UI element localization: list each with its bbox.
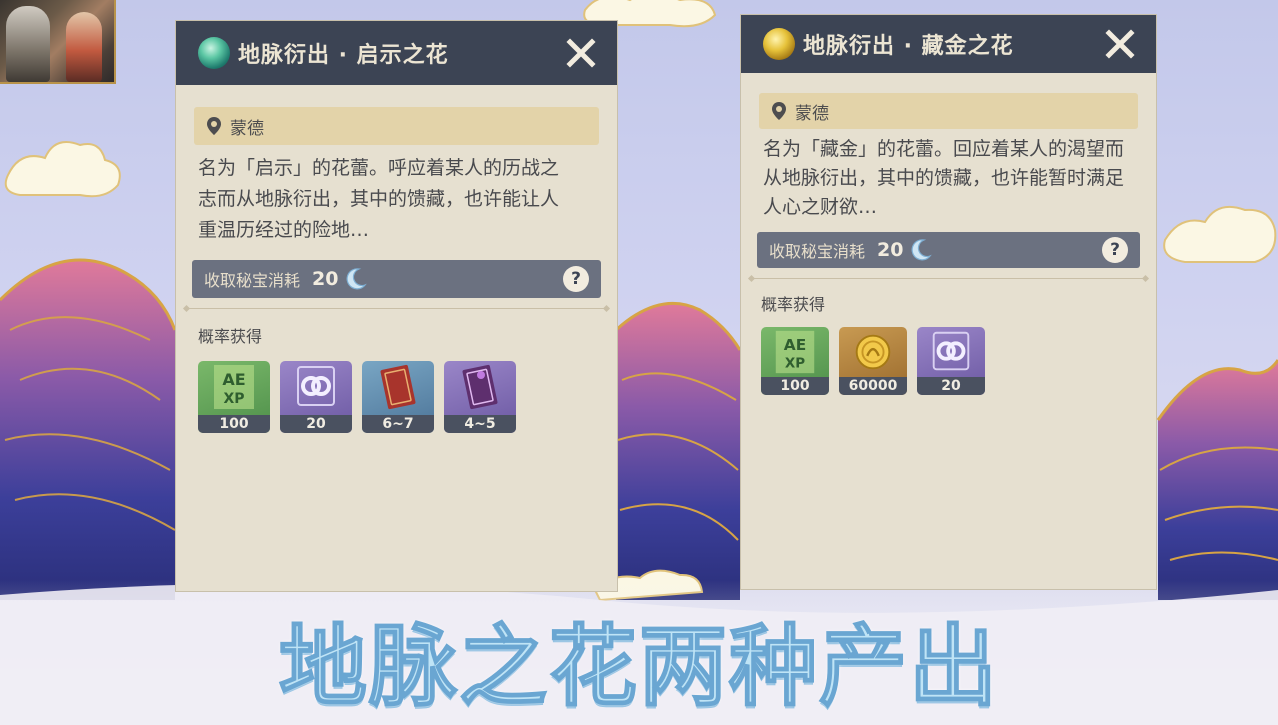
drop-count: 20 — [917, 377, 985, 395]
drops-list: AE XP 100 60000 20 — [761, 327, 1156, 395]
portrait-figure-right — [66, 12, 102, 82]
svg-text:XP: XP — [785, 356, 805, 371]
description-line: 重温历经过的险地… — [198, 219, 370, 241]
drops-list: AE XP 100 20 6~7 4~5 — [198, 361, 617, 433]
possible-drops-label: 概率获得 — [761, 295, 826, 314]
drop-count: 6~7 — [362, 415, 434, 433]
description-line: 名为「启示」的花蕾。呼应着某人的历战之 — [198, 157, 560, 179]
heros-wit-book-icon — [444, 361, 516, 413]
svg-text:AE: AE — [784, 336, 806, 354]
original-resin-moon-icon — [912, 239, 933, 261]
cost-value: 20 — [877, 239, 904, 261]
help-icon[interactable]: ? — [563, 266, 589, 292]
blossom-description: 名为「启示」的花蕾。呼应着某人的历战之 志而从地脉衍出，其中的馈藏，也许能让人 … — [198, 153, 599, 246]
region-name: 蒙德 — [795, 103, 829, 124]
drop-item-companionship-exp[interactable]: 20 — [917, 327, 985, 395]
companionship-exp-icon — [280, 361, 352, 413]
original-resin-moon-icon — [347, 268, 368, 290]
companionship-exp-icon — [917, 327, 985, 377]
panel-title: 地脉衍出 · 藏金之花 — [803, 34, 1014, 59]
video-caption: 地脉之花两种产出 — [278, 614, 999, 719]
drop-item-companionship-exp[interactable]: 20 — [280, 361, 352, 433]
drop-count: 60000 — [839, 377, 907, 395]
description-line: 从地脉衍出，其中的馈藏，也许能暂时满足 — [763, 167, 1125, 189]
drop-item-mora[interactable]: 60000 — [839, 327, 907, 395]
ley-line-panel-wealth: 地脉衍出 · 藏金之花 蒙德 名为「藏金」的花蕾。回应着某人的渴望而 从地脉衍出… — [740, 14, 1157, 590]
svg-text:XP: XP — [223, 391, 244, 407]
close-icon[interactable] — [565, 37, 597, 69]
drop-item-adventurers-experience[interactable]: 6~7 — [362, 361, 434, 433]
drop-item-adventure-exp[interactable]: AE XP 100 — [761, 327, 829, 395]
character-portrait-thumbnail[interactable] — [0, 0, 116, 84]
claim-cost-bar: 收取秘宝消耗 20 ? — [192, 260, 601, 298]
description-line: 志而从地脉衍出，其中的馈藏，也许能让人 — [198, 188, 560, 210]
ley-line-blossom-wealth-icon — [763, 28, 795, 60]
drop-count: 20 — [280, 415, 352, 433]
svg-text:AE: AE — [222, 370, 245, 389]
section-divider — [186, 308, 607, 309]
claim-cost-bar: 收取秘宝消耗 20 ? — [757, 232, 1140, 268]
adventurers-experience-book-icon — [362, 361, 434, 413]
drop-item-heros-wit[interactable]: 4~5 — [444, 361, 516, 433]
drop-count: 100 — [198, 415, 270, 433]
adventure-exp-icon: AE XP — [198, 361, 270, 413]
adventure-exp-icon: AE XP — [761, 327, 829, 377]
region-tag: 蒙德 — [759, 93, 1138, 129]
description-line: 名为「藏金」的花蕾。回应着某人的渴望而 — [763, 138, 1125, 160]
blossom-description: 名为「藏金」的花蕾。回应着某人的渴望而 从地脉衍出，其中的馈藏，也许能暂时满足 … — [763, 135, 1138, 222]
drop-count: 100 — [761, 377, 829, 395]
cost-label: 收取秘宝消耗 — [769, 242, 866, 261]
possible-drops-label: 概率获得 — [198, 327, 263, 346]
location-pin-icon — [772, 102, 786, 120]
cost-label: 收取秘宝消耗 — [204, 271, 301, 290]
drop-count: 4~5 — [444, 415, 516, 433]
mora-coin-icon — [839, 327, 907, 377]
description-line: 人心之财欲… — [763, 196, 878, 218]
panel-title: 地脉衍出 · 启示之花 — [238, 43, 449, 68]
region-tag: 蒙德 — [194, 107, 599, 145]
help-icon[interactable]: ? — [1102, 237, 1128, 263]
panel-header: 地脉衍出 · 藏金之花 — [741, 15, 1156, 73]
portrait-figure-left — [6, 6, 50, 82]
location-pin-icon — [207, 117, 221, 135]
panel-header: 地脉衍出 · 启示之花 — [176, 21, 617, 85]
drop-item-adventure-exp[interactable]: AE XP 100 — [198, 361, 270, 433]
section-divider — [751, 278, 1146, 279]
close-icon[interactable] — [1104, 28, 1136, 60]
ley-line-panel-revelation: 地脉衍出 · 启示之花 蒙德 名为「启示」的花蕾。呼应着某人的历战之 志而从地脉… — [175, 20, 618, 592]
ley-line-blossom-revelation-icon — [198, 37, 230, 69]
region-name: 蒙德 — [230, 118, 264, 139]
cost-value: 20 — [312, 268, 339, 290]
